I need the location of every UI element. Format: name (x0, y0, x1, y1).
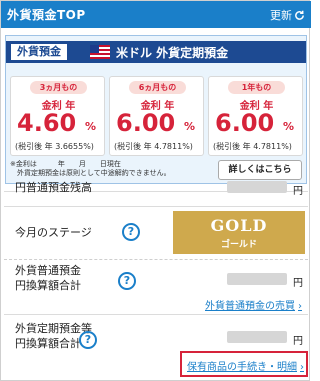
term-badge: 1年もの (228, 81, 285, 94)
us-flag-icon (90, 45, 110, 59)
yen-unit: 円 (293, 186, 303, 197)
divider (4, 259, 308, 260)
help-icon[interactable]: ? (118, 272, 136, 290)
help-icon[interactable]: ? (122, 223, 140, 241)
stage-name-en: GOLD (210, 216, 268, 235)
rate-note-line-1: ※金利は 年 月 日現在 (10, 160, 121, 168)
holdings-label: 保有商品の手続き・明細 (187, 362, 297, 373)
chevron-right-icon: › (300, 362, 304, 373)
details-button[interactable]: 詳しくはこちら (218, 160, 302, 180)
stage-badge-gold: GOLD ゴールド (173, 211, 305, 254)
rate-card-3m: 3ヵ月もの 金利 年 4.60 % (税引後 年 3.6655%) (10, 76, 105, 156)
rate-unit: % (84, 120, 96, 133)
header-bar: 外貨預金TOP 更新 (1, 1, 311, 28)
fx-trade-link[interactable]: 外貨普通預金の売買 › (205, 297, 302, 312)
rate-card-1y: 1年もの 金利 年 6.00 % (税引後 年 4.7811%) (208, 76, 303, 156)
rate-unit: % (183, 120, 195, 133)
divider (4, 314, 308, 315)
stage-name-jp: ゴールド (220, 240, 257, 250)
help-icon[interactable]: ? (79, 331, 97, 349)
yen-unit: 円 (293, 278, 303, 289)
promo-headline: 米ドル 外貨定期預金 (116, 46, 229, 60)
yen-balance-masked (227, 181, 287, 193)
fx-fixed-masked (227, 331, 287, 343)
app-frame: 外貨預金TOP 更新 外貨預金 米ドル 外貨定期預金 3ヵ月もの 金利 年 4.… (0, 0, 311, 381)
update-button[interactable]: 更新 (270, 7, 305, 23)
fx-trade-label: 外貨普通預金の売買 (205, 301, 295, 312)
after-tax-rate: (税引後 年 4.7811%) (114, 142, 193, 151)
after-tax-rate: (税引後 年 3.6655%) (15, 142, 94, 151)
rate-note-line-2: 外貨定期預金は原則として中途解約できません。 (10, 169, 171, 177)
rate-card-6m: 6ヵ月もの 金利 年 6.00 % (税引後 年 4.7811%) (109, 76, 204, 156)
promo-band: 外貨預金 米ドル 外貨定期預金 (6, 41, 306, 63)
update-label: 更新 (270, 9, 292, 22)
details-label: 詳しくはこちら (228, 165, 292, 175)
rate-value: 6.00 (215, 109, 275, 137)
rate-value: 4.60 (17, 109, 77, 137)
term-badge: 3ヵ月もの (30, 81, 87, 94)
fx-savings-label-2: 円換算額合計 (15, 279, 81, 292)
yen-unit: 円 (293, 336, 303, 347)
fx-savings-label-1: 外貨普通預金 (15, 264, 81, 277)
refresh-icon (295, 10, 304, 20)
stage-label: 今月のステージ (15, 226, 92, 239)
term-badge: 6ヵ月もの (129, 81, 186, 94)
promo-banner[interactable]: 外貨預金 米ドル 外貨定期預金 3ヵ月もの 金利 年 4.60 % (税引後 年… (5, 35, 307, 184)
chevron-right-icon: › (298, 301, 302, 312)
rate-note: ※金利は 年 月 日現在 外貨定期預金は原則として中途解約できません。 (10, 160, 171, 178)
divider (4, 206, 308, 207)
fx-savings-masked (227, 273, 287, 285)
yen-balance-label: 円普通預金残高 (15, 181, 92, 194)
rate-value: 6.00 (116, 109, 176, 137)
after-tax-rate: (税引後 年 4.7811%) (213, 142, 292, 151)
rate-unit: % (282, 120, 294, 133)
page-title: 外貨預金TOP (7, 8, 86, 22)
fx-fixed-label-2: 円換算額合計 (15, 337, 81, 350)
holdings-link[interactable]: 保有商品の手続き・明細 › (187, 358, 304, 373)
promo-tag: 外貨預金 (10, 43, 68, 61)
